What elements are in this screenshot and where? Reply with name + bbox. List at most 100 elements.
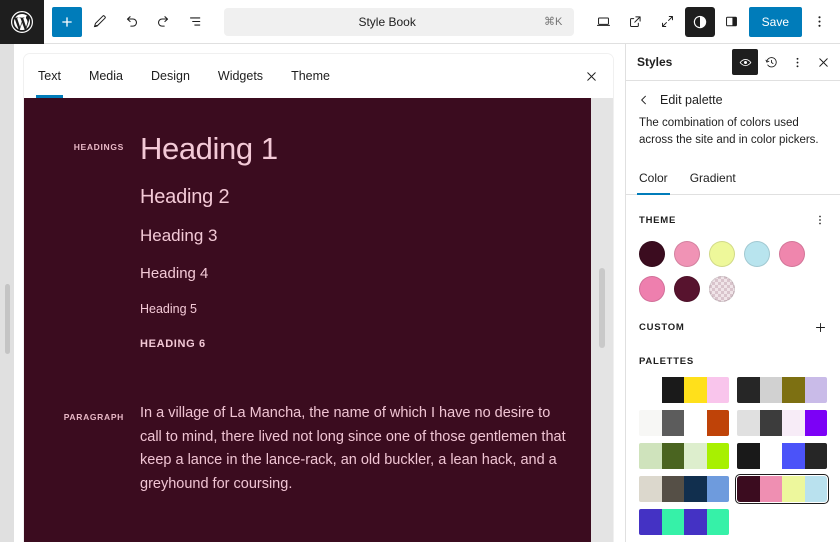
style-book-scrollbar[interactable] [591,98,613,542]
plus-icon[interactable] [809,316,831,338]
styles-panel-title: Styles [637,55,673,69]
zoom-out-button[interactable] [653,7,683,37]
headings-section-label: HEADINGS [73,142,124,152]
wordpress-logo-icon[interactable] [0,0,44,44]
palette-color-1 [639,509,662,536]
palette-color-2 [661,410,684,437]
palette-color-4 [706,509,729,536]
paragraph-section-label: PARAGRAPH [63,412,124,423]
command-shortcut-hint: ⌘K [543,16,563,28]
palette-color-1 [639,476,662,503]
palette-sunrise[interactable]: Sunrise [734,473,830,505]
headings-preview: Heading 1 Heading 2 Heading 3 Heading 4 … [140,131,573,351]
swatch-maroon[interactable] [674,276,700,303]
color-gradient-tablist: Color Gradient [626,163,840,196]
palette-color-4 [706,476,729,503]
swatch-pink-2[interactable] [779,241,805,268]
palette-description: The combination of colors used across th… [639,117,819,147]
palette-color-3 [684,377,707,404]
palette-color-3 [684,443,707,470]
close-style-book-button[interactable] [569,54,613,98]
toolbar-right-group: Save [589,6,840,37]
palette-color-3 [782,410,805,437]
palette-color-2 [759,410,782,437]
tab-gradient[interactable]: Gradient [679,163,747,194]
style-book-preview: HEADINGS Heading 1 Heading 2 Heading 3 H… [24,98,613,542]
palette-5[interactable] [639,443,729,470]
kebab-menu-icon[interactable] [809,209,831,231]
swatch-transparent[interactable] [709,276,735,303]
custom-section-header: CUSTOM [626,302,840,338]
command-palette-button[interactable]: Style Book ⌘K [224,7,575,36]
back-to-colors-button[interactable]: Edit palette [626,81,840,115]
tab-media[interactable]: Media [75,54,137,98]
palette-7[interactable] [639,476,729,503]
kebab-menu-icon[interactable] [784,49,810,75]
swatch-lime[interactable] [709,241,735,268]
swatch-pink-3[interactable] [639,276,665,303]
heading-4-sample: Heading 4 [140,265,209,283]
palette-color-1 [639,410,662,437]
palette-color-2 [661,476,684,503]
palette-color-2 [661,377,684,404]
palette-color-3 [684,410,707,437]
palette-1[interactable] [639,377,729,404]
save-button[interactable]: Save [748,6,802,37]
palette-color-2 [661,509,684,536]
undo-button[interactable] [116,7,146,37]
swatch-light-blue[interactable] [744,241,770,268]
device-preview-button[interactable] [589,7,619,37]
wordpress-site-editor: Style Book ⌘K Save Text Media Design Wid… [0,0,840,542]
palette-color-1 [737,377,760,404]
history-clock-icon[interactable] [758,49,784,75]
palette-color-2 [759,476,782,503]
tab-color[interactable]: Color [628,163,679,196]
palette-color-4 [706,443,729,470]
view-site-button[interactable] [621,7,651,37]
tab-theme[interactable]: Theme [277,54,344,98]
scrollbar-thumb[interactable] [4,284,10,354]
palette-color-1 [639,377,662,404]
close-icon[interactable] [810,49,836,75]
canvas-left-scrollbar[interactable] [0,44,14,542]
palette-9[interactable] [639,509,729,536]
palette-color-1 [737,443,760,470]
heading-1-sample: Heading 1 [140,131,278,166]
editor-canvas-region: Text Media Design Widgets Theme HEADINGS [0,44,625,542]
palette-color-2 [759,377,782,404]
eye-icon[interactable] [732,49,758,75]
palette-color-2 [661,443,684,470]
headings-section: HEADINGS Heading 1 Heading 2 Heading 3 H… [24,131,591,351]
edit-tool-button[interactable] [84,7,114,37]
editor-toolbar: Style Book ⌘K Save [0,0,840,44]
heading-3-sample: Heading 3 [140,226,218,246]
palettes-section-header: PALETTES [626,338,840,367]
tab-design[interactable]: Design [137,54,204,98]
tab-text[interactable]: Text [24,54,75,98]
heading-6-sample: HEADING 6 [140,338,206,351]
scrollbar-thumb[interactable] [599,268,605,348]
custom-section-title: CUSTOM [639,321,685,333]
palettes-section-title: PALETTES [639,356,694,368]
palette-color-1 [737,476,760,503]
palette-color-4 [804,476,827,503]
palette-4[interactable] [737,410,827,437]
settings-sidebar-button[interactable] [717,7,747,37]
toolbar-center-group: Style Book ⌘K [210,7,589,36]
palette-6[interactable] [737,443,827,470]
add-block-button[interactable] [52,6,82,37]
redo-button[interactable] [148,7,178,37]
kebab-menu-icon[interactable] [804,7,834,37]
swatch-pink[interactable] [674,241,700,268]
style-book-toggle-button[interactable] [684,6,715,37]
style-book-tablist: Text Media Design Widgets Theme [24,54,613,98]
palette-color-4 [804,443,827,470]
tab-widgets[interactable]: Widgets [204,54,277,98]
list-view-button[interactable] [180,7,210,37]
swatch-base-dark[interactable] [639,241,665,268]
editor-body: Text Media Design Widgets Theme HEADINGS [0,44,840,542]
palette-2[interactable] [737,377,827,404]
toolbar-left-group [44,6,210,37]
palette-3[interactable] [639,410,729,437]
